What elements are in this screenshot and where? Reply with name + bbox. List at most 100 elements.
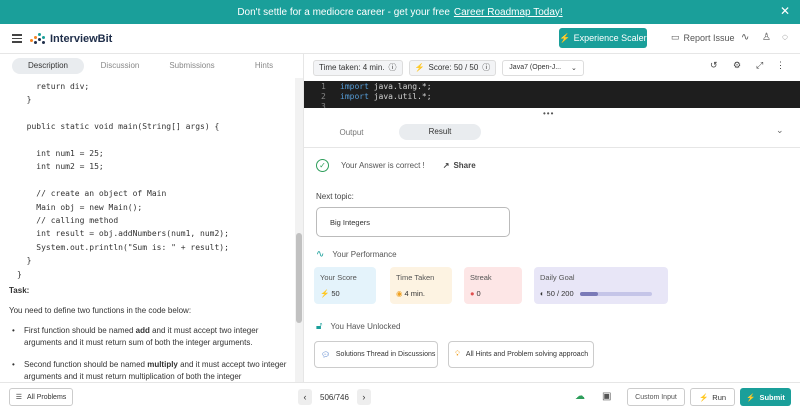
collapse-chevron-icon[interactable]: ⌄ <box>776 125 784 136</box>
list-item: First function should be named add and i… <box>9 325 289 349</box>
goal-progress-bar <box>579 291 652 296</box>
code-line: int num2 = 15; <box>17 162 104 172</box>
next-topic-button[interactable]: Big Integers <box>316 207 510 237</box>
code-editor[interactable]: 1 import java.lang.*; 2 import java.util… <box>304 81 800 108</box>
pager-text: 506/746 <box>320 392 349 402</box>
description-panel: Description Discussion Submissions Hints… <box>0 54 303 382</box>
all-problems-button[interactable]: ☰ All Problems <box>9 388 73 406</box>
performance-title: ∿ Your Performance <box>316 249 397 260</box>
share-icon: ↗ <box>442 161 450 170</box>
reset-icon[interactable]: ↺ <box>710 60 718 71</box>
next-topic-label: Next topic: <box>316 192 354 201</box>
menu-icon[interactable] <box>12 34 22 43</box>
answer-status: ✓ Your Answer is correct ! ↗ Share <box>316 159 476 172</box>
clock-icon: ◉ <box>396 289 403 298</box>
example-code: return div; } public static void main(St… <box>0 80 303 281</box>
custom-input-button[interactable]: Custom Input <box>627 388 685 406</box>
report-issue-button[interactable]: ▭ Report Issue <box>671 32 735 43</box>
code-line: int num1 = 25; <box>17 149 104 159</box>
output-result-tabs: Output Result <box>304 123 484 141</box>
bolt-icon: ⚡ <box>320 289 330 298</box>
activity-icon[interactable]: ∿ <box>741 32 749 43</box>
banner-text: Don't settle for a mediocre career - get… <box>237 6 450 18</box>
bulb-icon: 💡︎ <box>455 350 460 358</box>
chat-icon: 💬︎ <box>321 351 330 359</box>
experience-scaler-button[interactable]: ⚡ Experience Scaler <box>559 28 647 48</box>
code-line: // calling method <box>17 216 119 226</box>
bell-icon[interactable]: ◌ <box>782 32 788 43</box>
bolt-icon: ⚡ <box>414 63 425 72</box>
task-heading: Task: <box>9 286 30 296</box>
tab-description[interactable]: Description <box>12 58 84 74</box>
task-intro: You need to define two functions in the … <box>9 306 192 316</box>
top-navbar: InterviewBit ⚡ Experience Scaler ▭ Repor… <box>0 24 800 54</box>
tab-result[interactable]: Result <box>399 124 481 140</box>
career-roadmap-link[interactable]: Career Roadmap Today! <box>454 7 563 18</box>
editor-toolbar: Time taken: 4 min. ⓘ ⚡ Score: 50 / 50 ⓘ Jav… <box>304 54 800 81</box>
info-icon: ⓘ <box>482 63 491 72</box>
unlocked-title: 🔓︎ You Have Unlocked <box>316 321 401 332</box>
settings-icon[interactable]: ⚙ <box>733 60 741 71</box>
logo[interactable]: InterviewBit <box>30 32 113 45</box>
left-scrollbar[interactable] <box>295 78 303 382</box>
line-number: 3 <box>321 102 326 108</box>
tab-submissions[interactable]: Submissions <box>156 58 228 74</box>
prev-chevron-icon[interactable]: ‹ <box>298 389 312 405</box>
problem-pager: ‹ 506/746 › <box>298 389 371 405</box>
bolt-icon: ⚡ <box>746 392 756 402</box>
logo-mark-icon <box>30 32 46 45</box>
code-line: return div; <box>17 82 90 91</box>
streak-card: Streak ● 0 <box>464 267 522 304</box>
run-button[interactable]: ⚡ Run <box>690 388 735 406</box>
footer-bar: ☰ All Problems ‹ 506/746 › ☁ ▣ Custom Inp… <box>0 382 800 410</box>
close-banner-icon[interactable]: ✕ <box>780 4 790 18</box>
problem-tabs: Description Discussion Submissions Hints <box>0 54 303 78</box>
bolt-icon: ⚡ <box>559 32 571 43</box>
code-line: System.out.println("Sum is: " + result); <box>17 242 229 252</box>
user-icon[interactable]: ♙ <box>762 32 771 43</box>
unlock-solutions-thread[interactable]: 💬︎ Solutions Thread in Discussions <box>314 341 438 368</box>
promo-banner: Don't settle for a mediocre career - get… <box>0 0 800 24</box>
bolt-icon: ⚡ <box>698 392 709 402</box>
editor-line: import java.util.*; <box>340 92 432 101</box>
next-chevron-icon[interactable]: › <box>356 389 371 405</box>
code-line: public static void main(String[] args) { <box>17 122 220 132</box>
code-line: } <box>17 256 32 266</box>
list-icon: ☰ <box>15 394 22 401</box>
comment-icon: ▭ <box>671 32 680 42</box>
language-select[interactable]: Java7 (Open-J... ⌄ <box>502 59 584 76</box>
lock-icon: 🔓︎ <box>316 321 323 332</box>
task-description: Task: You need to define two functions i… <box>0 285 303 383</box>
code-line: } <box>17 269 22 279</box>
daily-goal-card: Daily Goal ◐ 50 / 200 <box>534 267 668 304</box>
scroll-thumb[interactable] <box>296 233 302 323</box>
submit-button[interactable]: ⚡ Submit <box>740 388 791 406</box>
time-card: Time Taken ◉ 4 min. <box>390 267 452 304</box>
tab-discussion[interactable]: Discussion <box>84 58 156 74</box>
cloud-check-icon: ☁ <box>575 391 585 402</box>
share-button[interactable]: ↗ Share <box>443 161 476 170</box>
logo-text: InterviewBit <box>50 32 113 45</box>
info-icon: ⓘ <box>388 63 397 72</box>
more-icon[interactable]: ⋮ <box>776 60 785 71</box>
score-badge: ⚡ Score: 50 / 50 ⓘ <box>408 59 497 76</box>
result-panel: Output Result ⌄ ✓ Your Answer is correct… <box>304 115 800 382</box>
code-line: int result = obj.addNumbers(num1, num2); <box>17 229 229 239</box>
fullscreen-icon[interactable]: ⤢ <box>756 60 763 71</box>
tab-output[interactable]: Output <box>304 128 399 137</box>
code-line: } <box>17 95 32 105</box>
unlock-hints[interactable]: 💡︎ All Hints and Problem solving approach <box>448 341 594 368</box>
score-card: Your Score ⚡ 50 <box>314 267 376 304</box>
flame-icon: ● <box>470 289 475 298</box>
code-line: Main obj = new Main(); <box>17 202 143 212</box>
line-number: 1 <box>321 82 326 91</box>
terminal-icon[interactable]: ▣ <box>602 391 611 402</box>
tab-hints[interactable]: Hints <box>228 58 300 74</box>
line-number: 2 <box>321 92 326 101</box>
code-line: // create an object of Main <box>17 189 167 199</box>
list-item: Second function should be named multiply… <box>9 359 289 383</box>
chevron-down-icon: ⌄ <box>571 64 577 72</box>
activity-icon: ∿ <box>316 249 325 260</box>
